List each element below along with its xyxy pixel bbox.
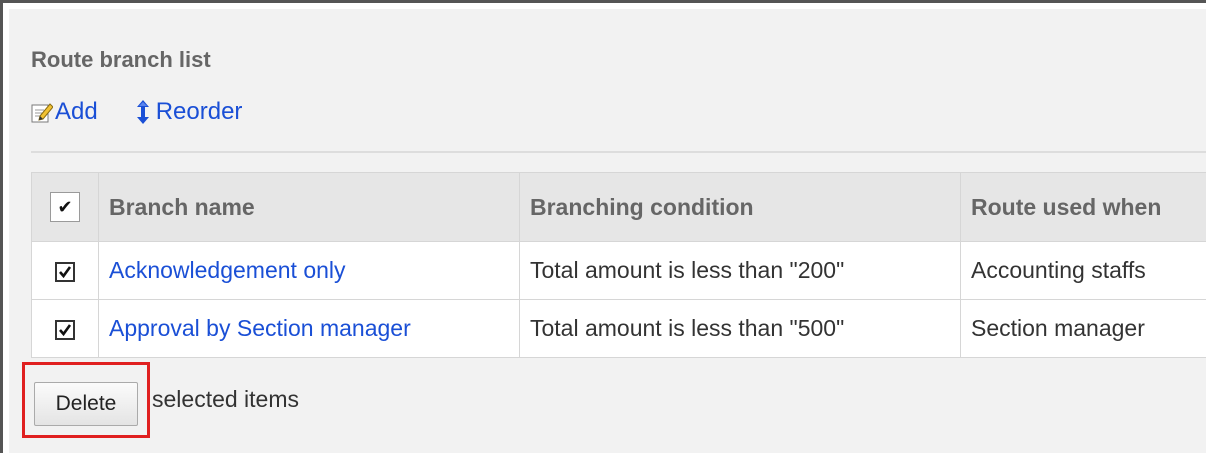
branching-condition-cell: Total amount is less than "500" xyxy=(519,299,961,358)
header-checkbox-cell: ✔ xyxy=(31,172,99,242)
route-used-cell: Section manager xyxy=(960,299,1206,358)
branching-condition-cell: Total amount is less than "200" xyxy=(519,241,961,300)
checkmark-icon xyxy=(59,266,72,279)
edit-note-icon xyxy=(31,99,53,125)
row-checkbox[interactable] xyxy=(55,261,75,282)
row-checkbox-cell xyxy=(31,299,99,358)
checkmark-icon xyxy=(59,324,72,337)
up-down-arrows-icon xyxy=(132,99,154,125)
reorder-link[interactable]: Reorder xyxy=(132,98,243,126)
route-used-cell: Accounting staffs xyxy=(960,241,1206,300)
row-checkbox-cell xyxy=(31,241,99,300)
table-header-row: ✔ Branch name Branching condition Route … xyxy=(31,172,1206,242)
toolbar: Add Reorder xyxy=(31,96,242,128)
branch-name-link[interactable]: Acknowledgement only xyxy=(109,257,346,283)
column-header-branching-condition: Branching condition xyxy=(519,172,961,242)
route-branch-table: ✔ Branch name Branching condition Route … xyxy=(31,172,1206,358)
add-label: Add xyxy=(55,98,98,125)
column-header-branch-name: Branch name xyxy=(98,172,520,242)
branch-name-link[interactable]: Approval by Section manager xyxy=(109,315,411,341)
table-row: Approval by Section manager Total amount… xyxy=(31,299,1206,358)
delete-button[interactable]: Delete xyxy=(34,382,138,426)
divider xyxy=(31,151,1206,153)
branch-name-cell: Acknowledgement only xyxy=(98,241,520,300)
reorder-label: Reorder xyxy=(155,98,243,125)
select-all-checkbox[interactable]: ✔ xyxy=(50,192,80,222)
table-row: Acknowledgement only Total amount is les… xyxy=(31,241,1206,300)
column-header-route-used-when: Route used when xyxy=(960,172,1206,242)
add-link[interactable]: Add xyxy=(31,98,98,126)
branch-name-cell: Approval by Section manager xyxy=(98,299,520,358)
row-checkbox[interactable] xyxy=(55,319,75,340)
section-title: Route branch list xyxy=(31,47,211,72)
delete-suffix-label: selected items xyxy=(152,386,300,412)
